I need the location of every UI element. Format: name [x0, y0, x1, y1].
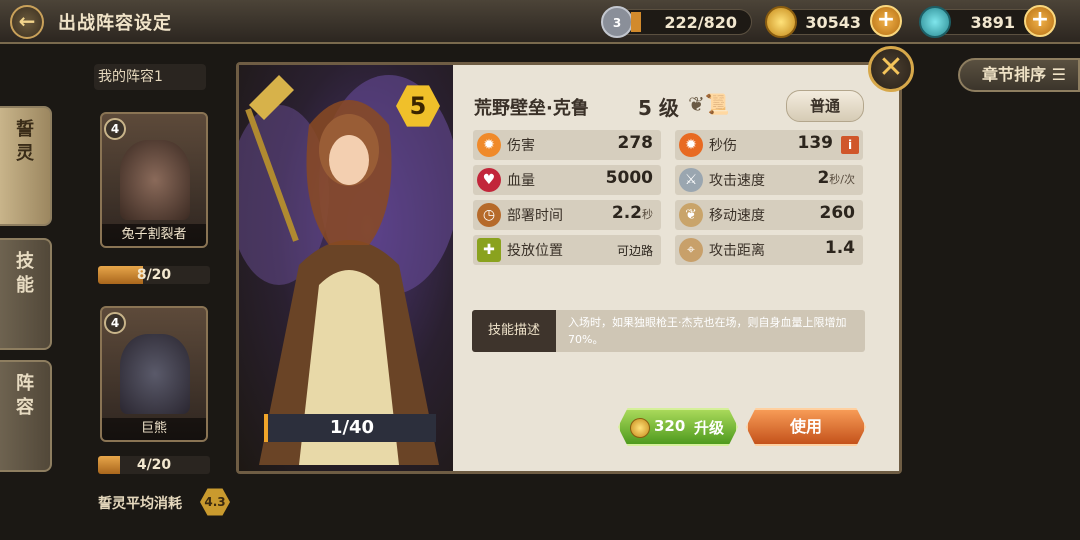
page-title: 出战阵容设定 — [58, 13, 172, 34]
stat-name: 秒伤 — [709, 138, 737, 154]
skill-description-label: 技能描述 — [472, 310, 556, 352]
spirit-card-bear[interactable]: 4 巨熊 — [100, 306, 208, 442]
stat-value: 260 — [819, 203, 856, 223]
stat-name: 伤害 — [507, 138, 535, 154]
scroll-icon: ❦📜 — [688, 92, 730, 116]
tab-spirits[interactable]: 誓 灵 — [0, 106, 52, 226]
stat-dps: ✹ 秒伤 139 i — [675, 130, 863, 160]
stat-deploy-time: ◷ 部署时间 2.2秒 — [473, 200, 661, 230]
attack-range-icon: ⌖ — [679, 238, 703, 262]
shield-resource-bar — [631, 12, 641, 32]
spirit-card-rabbit[interactable]: 4 兔子割裂者 — [100, 112, 208, 248]
shield-resource-counter: 3 222/820 — [601, 6, 752, 38]
skill-description-text: 入场时，如果独眼枪王·杰克也在场，则自身血量上限增加70%。 — [568, 316, 847, 346]
top-bar: ← 出战阵容设定 3 222/820 30543 + 3891 + — [0, 0, 1080, 44]
stat-value: 可边路 — [616, 244, 653, 258]
dps-icon: ✹ — [679, 133, 703, 157]
stat-value: 2秒/次 — [817, 168, 855, 188]
skill-description-box: 技能描述 入场时，如果独眼枪王·杰克也在场，则自身血量上限增加70%。 — [472, 310, 865, 352]
stat-value: 5000 — [605, 168, 653, 188]
close-button[interactable]: ✕ — [868, 46, 914, 92]
gem-icon — [919, 6, 951, 38]
card-progress-text: 8/20 — [136, 267, 172, 283]
deploy-time-icon: ◷ — [477, 203, 501, 227]
card-name: 兔子割裂者 — [102, 224, 206, 246]
stat-value-number: 2.2 — [611, 203, 642, 223]
move-speed-icon: ❦ — [679, 203, 703, 227]
spirit-count-bar: 1/40 — [264, 414, 436, 442]
stat-attack-range: ⌖ 攻击距离 1.4 — [675, 235, 863, 265]
upgrade-label: 升级 — [694, 419, 725, 437]
shield-resource-value: 222/820 — [664, 13, 737, 32]
card-progress-text: 4/20 — [136, 457, 172, 473]
add-gold-button[interactable]: + — [870, 5, 902, 37]
card-progress: 4/20 — [98, 456, 210, 474]
spirit-count-text: 1/40 — [329, 417, 375, 438]
back-button[interactable]: ← — [10, 5, 44, 39]
spirit-portrait — [120, 334, 190, 414]
list-icon: ☰ — [1051, 65, 1066, 84]
upgrade-button[interactable]: 320 升级 — [618, 408, 738, 446]
info-icon[interactable]: i — [841, 136, 859, 154]
card-level-badge: 4 — [104, 118, 126, 140]
hero-level: 5 级 — [638, 96, 679, 120]
attack-speed-icon: ⚔ — [679, 168, 703, 192]
stat-deploy-position: ✚ 投放位置 可边路 — [473, 235, 661, 265]
stat-value: 278 — [617, 133, 654, 153]
use-button[interactable]: 使用 — [746, 408, 866, 446]
stat-value-number: 2 — [817, 168, 830, 188]
upgrade-cost: 320 — [654, 417, 686, 435]
sort-button-label: 章节排序 — [982, 65, 1047, 84]
gold-coin-icon — [630, 418, 650, 438]
lineup-title: 我的阵容1 — [94, 64, 206, 90]
stat-name: 攻击距离 — [709, 243, 765, 259]
deploy-position-icon: ✚ — [477, 238, 501, 262]
rarity-badge[interactable]: 普通 — [786, 90, 864, 122]
health-icon: ♥ — [477, 168, 501, 192]
tab-skills[interactable]: 技 能 — [0, 238, 52, 350]
hero-name: 荒野壁垒·克鲁 — [474, 98, 589, 119]
shield-icon: 3 — [601, 6, 633, 38]
stat-value: 139 — [797, 133, 834, 153]
tab-lineup[interactable]: 阵 容 — [0, 360, 52, 472]
average-cost-label: 誓灵平均消耗 — [98, 496, 182, 512]
stat-attack-speed: ⚔ 攻击速度 2秒/次 — [675, 165, 863, 195]
card-level-badge: 4 — [104, 312, 126, 334]
stat-health: ♥ 血量 5000 — [473, 165, 661, 195]
stat-name: 攻击速度 — [709, 173, 765, 189]
gold-coin-icon — [765, 6, 797, 38]
stat-name: 部署时间 — [507, 208, 563, 224]
add-gem-button[interactable]: + — [1024, 5, 1056, 37]
stat-value: 2.2秒 — [612, 203, 653, 223]
stat-name: 血量 — [507, 173, 535, 189]
stat-unit: 秒/次 — [829, 173, 855, 186]
stat-name: 投放位置 — [507, 243, 563, 259]
average-cost-value: 4.3 — [200, 488, 230, 516]
gem-value: 3891 — [970, 13, 1015, 32]
stat-move-speed: ❦ 移动速度 260 — [675, 200, 863, 230]
card-name: 巨熊 — [102, 418, 206, 440]
damage-icon: ✹ — [477, 133, 501, 157]
gold-value: 30543 — [805, 13, 861, 32]
stat-damage: ✹ 伤害 278 — [473, 130, 661, 160]
chapter-sort-button[interactable]: 章节排序 ☰ — [958, 58, 1080, 92]
spirit-portrait — [120, 140, 190, 220]
card-progress: 8/20 — [98, 266, 210, 284]
stat-unit: 秒 — [642, 208, 653, 221]
stat-name: 移动速度 — [709, 208, 765, 224]
stat-value: 1.4 — [824, 238, 855, 258]
